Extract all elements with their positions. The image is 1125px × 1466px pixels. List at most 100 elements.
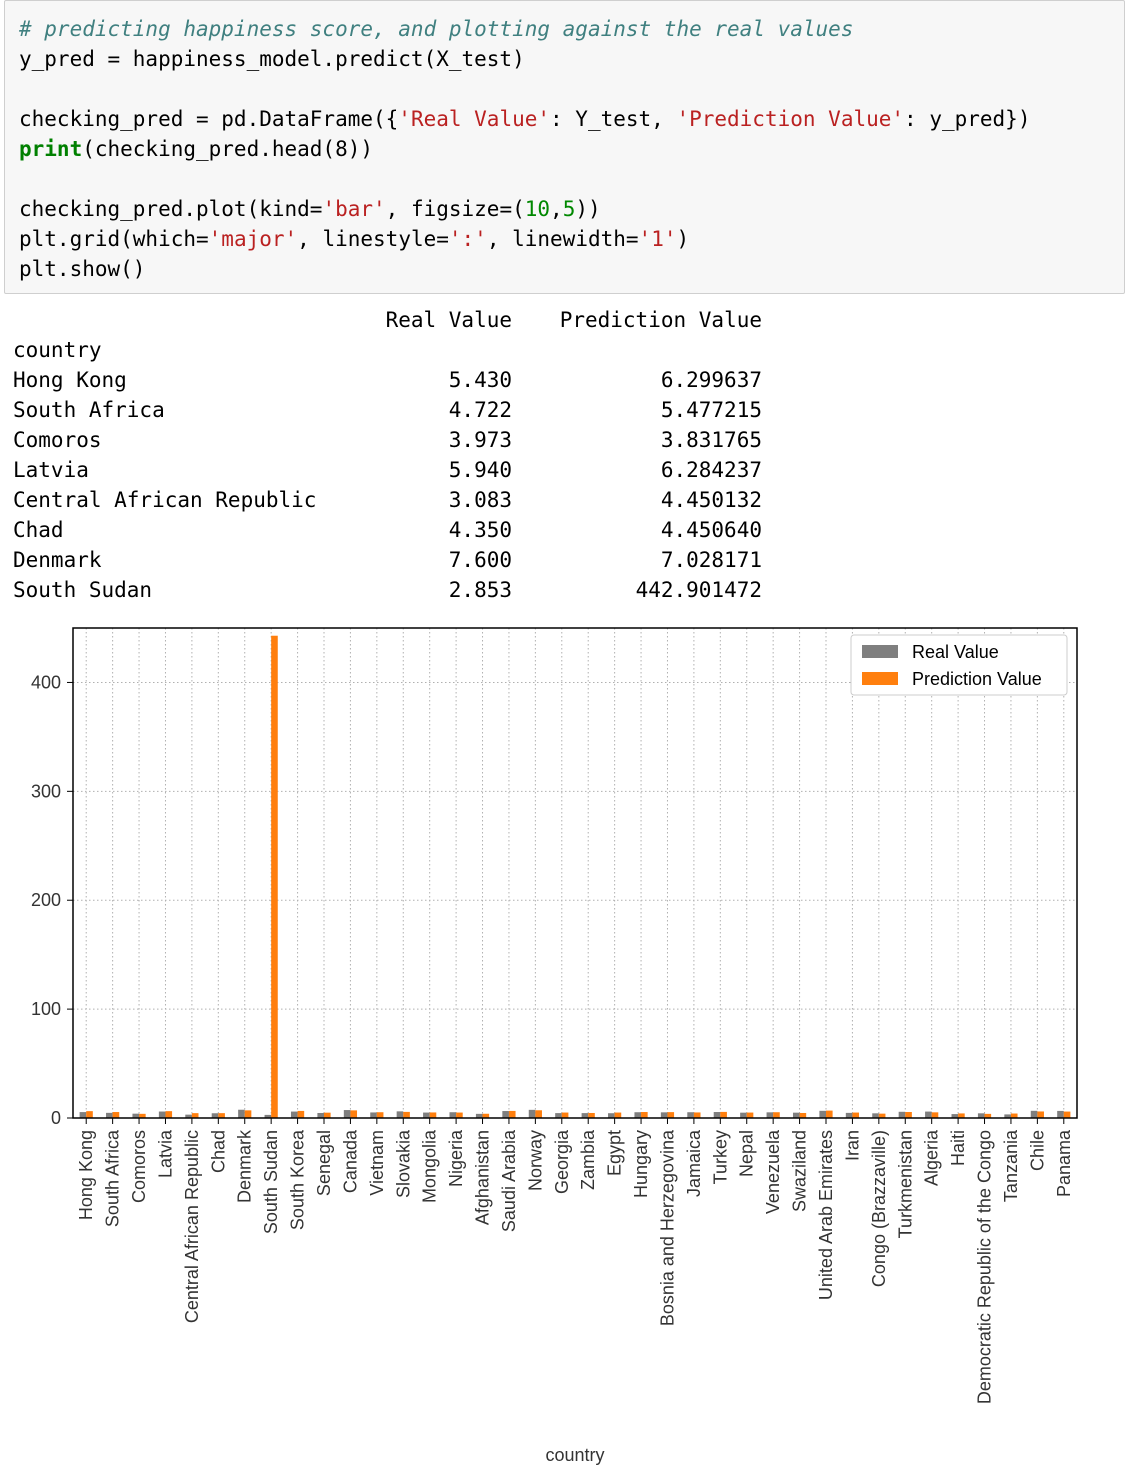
bar-real-value (79, 1112, 87, 1118)
row-country: Central African Republic (13, 488, 317, 512)
bar-prediction-value (112, 1112, 120, 1118)
x-tick-label: Turkey (710, 1130, 730, 1184)
bar-real-value (502, 1111, 509, 1118)
bar-prediction-value (403, 1111, 410, 1118)
x-tick-label: Hungary (631, 1130, 651, 1198)
row-real-value: 3.973 (448, 428, 512, 452)
x-tick-label: Turkmenistan (895, 1130, 915, 1238)
chart-bars (79, 635, 1071, 1118)
bar-prediction-value (535, 1110, 542, 1118)
row-prediction-value: 6.284237 (660, 458, 762, 482)
x-tick-label: Senegal (314, 1130, 334, 1196)
x-tick-label: Chile (1027, 1130, 1047, 1171)
x-tick-label: Canada (340, 1129, 360, 1193)
bar-prediction-value (165, 1111, 173, 1118)
x-tick-label: Hong Kong (76, 1130, 96, 1220)
bar-real-value (845, 1112, 853, 1118)
row-country: South Sudan (13, 578, 153, 602)
bar-prediction-value (271, 635, 278, 1118)
row-real-value: 4.350 (448, 518, 512, 542)
bar-real-value (819, 1110, 826, 1118)
row-country: Comoros (13, 428, 102, 452)
code-number: 10 (524, 197, 551, 221)
row-prediction-value: 442.901472 (635, 578, 762, 602)
bar-real-value (396, 1111, 404, 1118)
row-prediction-value: 3.831765 (660, 428, 762, 452)
y-tick-label: 400 (31, 672, 61, 692)
header-real-value: Real Value (385, 308, 512, 332)
bar-real-value (766, 1112, 774, 1118)
x-tick-label: Jamaica (684, 1129, 704, 1197)
x-tick-label: Comoros (129, 1130, 149, 1203)
bar-real-value (290, 1111, 298, 1118)
bar-prediction-value (561, 1112, 569, 1118)
x-tick-label: Chad (208, 1130, 228, 1173)
bar-real-value (792, 1112, 800, 1118)
x-tick-label: Central African Republic (182, 1130, 202, 1323)
x-tick-label: Algeria (922, 1129, 942, 1186)
code-string: 'bar' (322, 197, 386, 221)
x-tick-label: Nigeria (446, 1129, 466, 1187)
x-tick-label: Democratic Republic of the Congo (975, 1130, 995, 1404)
code-string: 'Prediction Value' (676, 107, 905, 131)
code-token: ) (676, 227, 690, 251)
bar-prediction-value (720, 1111, 727, 1118)
bar-real-value (106, 1112, 113, 1118)
row-country: Latvia (13, 458, 89, 482)
x-tick-label: South Sudan (261, 1130, 281, 1234)
code-token: : y_pred}) (904, 107, 1031, 131)
code-token: , linestyle= (297, 227, 449, 251)
x-tick-label: Bosnia and Herzegovina (657, 1129, 677, 1326)
bar-real-value (740, 1112, 747, 1118)
code-string: ':' (448, 227, 487, 251)
bar-prediction-value (508, 1110, 516, 1118)
y-axis: 0 100 200 300 400 (31, 672, 73, 1128)
x-tick-label: Egypt (605, 1130, 625, 1176)
code-line-show: plt.show() (19, 257, 146, 281)
bar-prediction-value (931, 1112, 939, 1118)
x-tick-label: Haiti (948, 1130, 968, 1166)
row-country: Chad (13, 518, 64, 542)
code-line-grid: plt.grid(which='major', linestyle=':', l… (19, 224, 689, 254)
bar-real-value (660, 1112, 668, 1118)
legend-label-prediction: Prediction Value (912, 669, 1042, 689)
bar-prediction-value (614, 1112, 622, 1118)
row-real-value: 3.083 (448, 488, 512, 512)
bar-prediction-value (429, 1112, 437, 1118)
x-tick-label: Afghanistan (473, 1130, 493, 1225)
x-tick-label: Vietnam (367, 1130, 387, 1196)
code-line-dataframe: checking_pred = pd.DataFrame({'Real Valu… (19, 104, 1030, 134)
row-prediction-value: 4.450132 (660, 488, 762, 512)
bar-prediction-value (905, 1112, 912, 1118)
bar-prediction-value (826, 1110, 833, 1118)
legend-label-real: Real Value (912, 642, 999, 662)
y-tick-label: 300 (31, 781, 61, 801)
x-tick-label: South Korea (288, 1129, 308, 1230)
bar-real-value (1057, 1110, 1064, 1118)
code-token: checking_pred = pd.DataFrame({ (19, 107, 399, 131)
bar-prediction-value (456, 1112, 463, 1118)
code-token: plt.grid(which= (19, 227, 209, 251)
code-number: 5 (562, 197, 576, 221)
row-country: South Africa (13, 398, 165, 422)
x-tick-label: Latvia (155, 1129, 175, 1178)
row-prediction-value: 4.450640 (660, 518, 762, 542)
x-tick-label: Nepal (737, 1130, 757, 1177)
x-tick-label: Norway (525, 1130, 545, 1191)
bar-real-value (370, 1112, 377, 1118)
code-token: (checking_pred.head(8)) (82, 137, 374, 161)
bar-prediction-value (1063, 1111, 1071, 1118)
bar-prediction-value (693, 1112, 701, 1118)
code-line-plot: checking_pred.plot(kind='bar', figsize=(… (19, 194, 601, 224)
code-line-print: print(checking_pred.head(8)) (19, 134, 373, 164)
bar-real-value (634, 1112, 642, 1118)
index-name: country (13, 338, 102, 362)
row-real-value: 4.722 (448, 398, 512, 422)
row-real-value: 2.853 (448, 578, 512, 602)
code-cell[interactable]: # predicting happiness score, and plotti… (4, 0, 1125, 294)
x-axis: Hong Kong South Africa Comoros Latvia Centra… (76, 1118, 1074, 1404)
row-country: Hong Kong (13, 368, 127, 392)
code-token: )) (575, 197, 601, 221)
x-tick-label: South Africa (103, 1129, 123, 1227)
x-axis-label: country (545, 1445, 604, 1465)
